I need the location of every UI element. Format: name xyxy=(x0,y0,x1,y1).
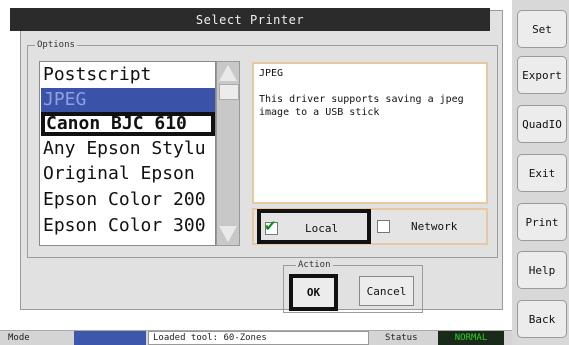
status-message: Loaded tool: 60-Zones xyxy=(148,331,369,345)
ok-button[interactable]: OK xyxy=(289,274,338,311)
check-icon: ✔ xyxy=(264,217,277,235)
mode-indicator xyxy=(74,331,146,345)
export-button[interactable]: Export xyxy=(517,56,567,94)
options-legend: Options xyxy=(35,40,77,50)
mode-label: Mode xyxy=(8,333,30,343)
back-button[interactable]: Back xyxy=(517,300,567,338)
driver-description-title: JPEG xyxy=(259,68,284,79)
list-scrollbar[interactable] xyxy=(216,61,240,246)
set-button[interactable]: Set xyxy=(517,10,567,48)
help-button[interactable]: Help xyxy=(517,251,567,289)
network-checkbox[interactable] xyxy=(377,220,390,233)
quadio-button[interactable]: QuadIO xyxy=(517,105,567,143)
status-label: Status xyxy=(385,333,418,343)
driver-description-box: JPEG This driver supports saving a jpeg … xyxy=(252,62,488,204)
list-item-epson-color-300[interactable]: Epson Color 300 xyxy=(41,214,215,238)
action-legend: Action xyxy=(296,260,333,270)
printer-listbox[interactable]: Postscript JPEG Canon BJC 610 Any Epson … xyxy=(39,61,216,246)
dialog-title: Select Printer xyxy=(10,8,490,31)
list-item-epson-color-200[interactable]: Epson Color 200 xyxy=(41,188,215,212)
status-value: NORMAL xyxy=(438,331,504,345)
scroll-up-arrow-icon[interactable] xyxy=(219,65,237,81)
exit-button[interactable]: Exit xyxy=(517,154,567,192)
list-item-postscript[interactable]: Postscript xyxy=(41,63,215,87)
list-item-any-epson[interactable]: Any Epson Stylu xyxy=(41,137,215,161)
local-checkbox[interactable]: ✔ xyxy=(264,217,278,235)
local-option[interactable]: ✔ Local xyxy=(257,209,371,244)
print-button[interactable]: Print xyxy=(517,203,567,241)
driver-description-text: This driver supports saving a jpeg image… xyxy=(259,94,464,118)
local-label: Local xyxy=(305,222,339,235)
network-label: Network xyxy=(411,220,458,233)
list-item-original-epson[interactable]: Original Epson xyxy=(41,162,215,186)
network-option[interactable]: Network xyxy=(377,212,482,241)
scroll-thumb[interactable] xyxy=(219,84,239,100)
scroll-down-arrow-icon[interactable] xyxy=(219,226,237,242)
list-item-jpeg[interactable]: JPEG xyxy=(41,88,215,112)
cancel-button[interactable]: Cancel xyxy=(359,276,414,306)
list-item-canon-bjc-610[interactable]: Canon BJC 610 xyxy=(41,112,215,136)
